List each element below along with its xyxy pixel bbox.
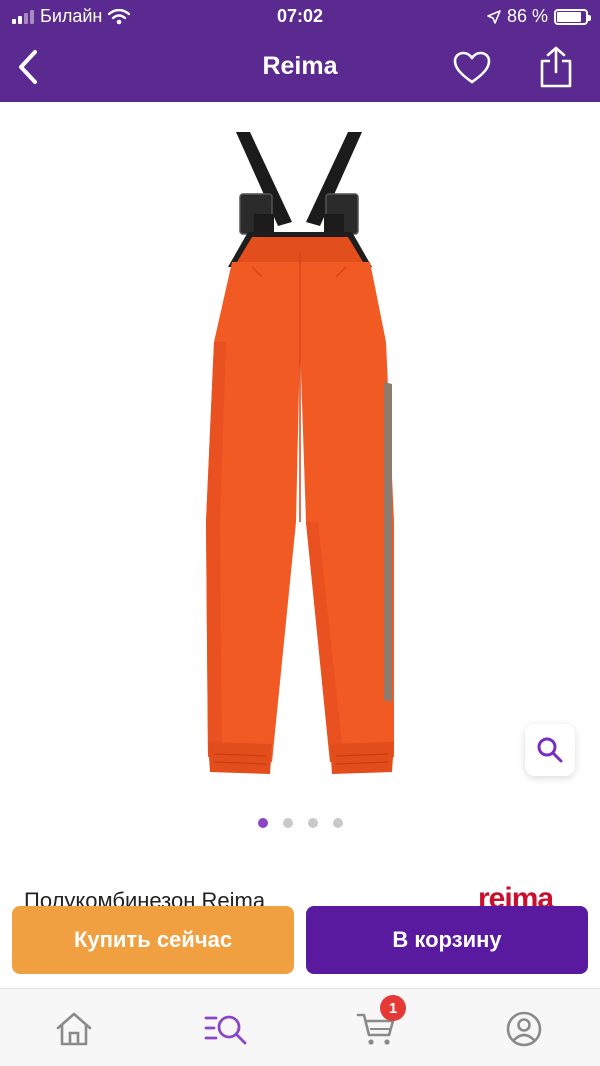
purchase-actions: Купить сейчас В корзину — [0, 900, 600, 986]
share-icon — [540, 46, 572, 88]
search-icon — [537, 737, 563, 763]
pagination-dot[interactable] — [307, 818, 318, 828]
page-title: Reima — [262, 52, 338, 80]
status-bar: Билайн 07:02 86 % — [0, 0, 600, 34]
add-to-cart-button[interactable]: В корзину — [306, 906, 588, 974]
gallery-pagination — [0, 818, 600, 828]
nav-bar: Reima — [0, 34, 600, 102]
location-arrow-icon — [487, 9, 501, 24]
cart-badge: 1 — [380, 995, 406, 1021]
pagination-dot[interactable] — [282, 818, 293, 828]
product-image — [206, 132, 394, 774]
favorite-button[interactable] — [450, 46, 494, 90]
app-header: Билайн 07:02 86 % Reima — [0, 0, 600, 102]
battery-icon — [554, 8, 591, 25]
tab-bar: 1 — [0, 988, 600, 1066]
tab-home[interactable] — [44, 999, 104, 1059]
pagination-dot[interactable] — [332, 818, 343, 828]
heart-icon — [453, 51, 491, 84]
battery-percent: 86 % — [506, 6, 548, 26]
status-right: 86 % — [487, 6, 591, 27]
buy-now-button[interactable]: Купить сейчас — [12, 906, 294, 974]
catalog-search-icon — [204, 1015, 247, 1045]
share-button[interactable] — [534, 42, 578, 92]
home-icon — [56, 1012, 92, 1046]
tab-profile[interactable] — [494, 999, 554, 1059]
product-gallery[interactable] — [0, 102, 600, 802]
tab-cart[interactable]: 1 — [346, 995, 406, 1059]
zoom-button[interactable] — [525, 724, 575, 776]
pagination-dot[interactable] — [257, 818, 268, 828]
tab-catalog[interactable] — [196, 999, 256, 1059]
battery-level — [557, 11, 582, 22]
profile-icon — [506, 1011, 542, 1047]
